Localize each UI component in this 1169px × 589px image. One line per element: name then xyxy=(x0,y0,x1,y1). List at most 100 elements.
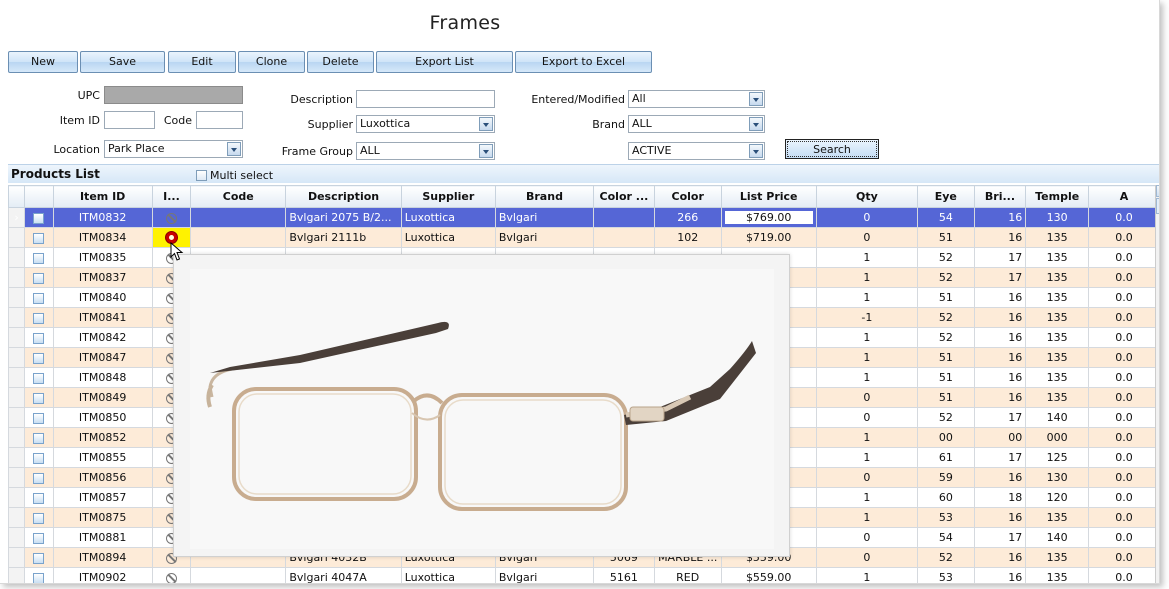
col-eye[interactable]: Eye xyxy=(916,185,975,208)
cell-a[interactable]: 0.0 xyxy=(1088,327,1159,348)
row-header-cell[interactable] xyxy=(7,347,26,368)
cell-a[interactable]: 0.0 xyxy=(1088,227,1159,248)
cell-temple[interactable]: 135 xyxy=(1025,227,1090,248)
row-select-cell[interactable] xyxy=(24,367,54,388)
cell-a[interactable]: 0.0 xyxy=(1088,487,1159,508)
cell-temple[interactable]: 125 xyxy=(1025,447,1090,468)
cell-bridge[interactable]: 17 xyxy=(973,447,1027,468)
cell-a[interactable]: 0.0 xyxy=(1088,307,1159,328)
row-select-cell[interactable] xyxy=(24,407,54,428)
cell-bridge[interactable]: 17 xyxy=(973,527,1027,548)
cell-color-code[interactable]: 5161 xyxy=(593,567,655,583)
cell-supplier[interactable]: Luxottica xyxy=(400,567,496,583)
row-checkbox[interactable] xyxy=(33,472,45,484)
row-select-cell[interactable] xyxy=(24,527,54,548)
col-brand[interactable]: Brand xyxy=(494,185,595,208)
cell-eye[interactable]: 54 xyxy=(916,527,975,548)
supplier-select[interactable]: Luxottica xyxy=(356,115,495,133)
cell-qty[interactable]: 1 xyxy=(815,367,918,388)
frame-group-select[interactable]: ALL xyxy=(356,142,495,160)
cell-item-id[interactable]: ITM0894 xyxy=(52,547,153,568)
cell-qty[interactable]: -1 xyxy=(815,307,918,328)
cell-item-id[interactable]: ITM0857 xyxy=(52,487,153,508)
col-description[interactable]: Description xyxy=(285,185,402,208)
row-checkbox[interactable] xyxy=(33,532,45,544)
cell-qty[interactable]: 0 xyxy=(815,547,918,568)
cell-a[interactable]: 0.0 xyxy=(1088,287,1159,308)
cell-temple[interactable]: 000 xyxy=(1025,427,1090,448)
cell-item-id[interactable]: ITM0837 xyxy=(52,267,153,288)
cell-item-id[interactable]: ITM0835 xyxy=(52,247,153,268)
cell-price[interactable]: $769.00 xyxy=(720,207,817,228)
col-bridge[interactable]: Bri... xyxy=(973,185,1027,208)
cell-bridge[interactable]: 16 xyxy=(973,567,1027,583)
cell-a[interactable]: 0.0 xyxy=(1088,267,1159,288)
cell-temple[interactable]: 135 xyxy=(1025,307,1090,328)
cell-item-id[interactable]: ITM0841 xyxy=(52,307,153,328)
cell-eye[interactable]: 60 xyxy=(916,487,975,508)
cell-eye[interactable]: 52 xyxy=(916,327,975,348)
row-select-cell[interactable] xyxy=(24,347,54,368)
no-image-icon[interactable] xyxy=(165,572,177,583)
search-button[interactable]: Search xyxy=(785,139,879,159)
row-select-cell[interactable] xyxy=(24,507,54,528)
cell-bridge[interactable]: 16 xyxy=(973,287,1027,308)
cell-item-id[interactable]: ITM0902 xyxy=(52,567,153,583)
row-select-cell[interactable] xyxy=(24,447,54,468)
cell-description[interactable]: Bvlgari 4047A xyxy=(285,567,402,583)
cell-eye[interactable]: 51 xyxy=(916,227,975,248)
brand-select[interactable]: ALL xyxy=(628,115,765,133)
cell-item-id[interactable]: ITM0832 xyxy=(52,207,153,228)
row-header-cell[interactable] xyxy=(7,387,26,408)
row-checkbox[interactable] xyxy=(33,392,45,404)
cell-code[interactable] xyxy=(190,207,287,228)
row-select-cell[interactable] xyxy=(24,487,54,508)
row-select-cell[interactable] xyxy=(24,247,54,268)
cell-temple[interactable]: 135 xyxy=(1025,387,1090,408)
cell-description[interactable]: Bvlgari 2075 B/2... xyxy=(285,207,402,228)
row-select-cell[interactable] xyxy=(24,267,54,288)
cell-qty[interactable]: 1 xyxy=(815,567,918,583)
chevron-down-icon[interactable] xyxy=(479,117,493,131)
row-checkbox[interactable] xyxy=(33,432,45,444)
cell-a[interactable]: 0.0 xyxy=(1088,467,1159,488)
row-checkbox[interactable] xyxy=(33,452,45,464)
new-button[interactable]: New xyxy=(8,51,78,73)
cell-qty[interactable]: 1 xyxy=(815,267,918,288)
row-checkbox[interactable] xyxy=(33,572,45,583)
cell-eye[interactable]: 52 xyxy=(916,547,975,568)
row-checkbox[interactable] xyxy=(33,352,45,364)
cell-supplier[interactable]: Luxottica xyxy=(400,227,496,248)
cell-temple[interactable]: 140 xyxy=(1025,527,1090,548)
cell-temple[interactable]: 135 xyxy=(1025,267,1090,288)
cell-a[interactable]: 0.0 xyxy=(1088,427,1159,448)
cell-qty[interactable]: 0 xyxy=(815,207,918,228)
cell-qty[interactable]: 0 xyxy=(815,387,918,408)
row-header-cell[interactable] xyxy=(7,307,26,328)
row-checkbox[interactable] xyxy=(33,272,45,284)
chevron-down-icon[interactable] xyxy=(479,144,493,158)
delete-button[interactable]: Delete xyxy=(307,51,374,73)
cell-a[interactable]: 0.0 xyxy=(1088,207,1159,228)
row-checkbox[interactable] xyxy=(33,412,45,424)
cell-qty[interactable]: 1 xyxy=(815,447,918,468)
price-editor[interactable]: $769.00 xyxy=(724,211,813,224)
row-header-cell[interactable] xyxy=(7,227,26,248)
table-row[interactable]: › ITM0832 Bvlgari 2075 B/2... Luxottica Bvlg… xyxy=(7,207,1159,228)
cell-temple[interactable]: 135 xyxy=(1025,367,1090,388)
row-header-cell[interactable] xyxy=(7,407,26,428)
cell-color-code[interactable] xyxy=(593,207,655,228)
cell-bridge[interactable]: 17 xyxy=(973,407,1027,428)
cell-qty[interactable]: 1 xyxy=(815,247,918,268)
row-select-cell[interactable] xyxy=(24,207,54,228)
cell-eye[interactable]: 51 xyxy=(916,387,975,408)
row-header-cell[interactable] xyxy=(7,467,26,488)
scroll-thumb[interactable] xyxy=(1156,198,1159,214)
cell-eye[interactable]: 53 xyxy=(916,507,975,528)
cell-brand[interactable]: Bvlgari xyxy=(494,567,595,583)
cell-qty[interactable]: 0 xyxy=(815,467,918,488)
cell-bridge[interactable]: 16 xyxy=(973,507,1027,528)
grid-scrollbar[interactable] xyxy=(1155,185,1159,583)
cell-item-id[interactable]: ITM0849 xyxy=(52,387,153,408)
cell-color[interactable]: 266 xyxy=(653,207,722,228)
